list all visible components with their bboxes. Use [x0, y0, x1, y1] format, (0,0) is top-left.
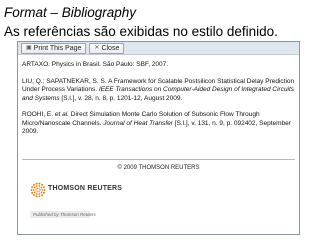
logo-dot	[36, 187, 38, 189]
close-label: Close	[101, 44, 120, 52]
logo-dot	[33, 191, 36, 194]
logo-dot	[35, 189, 37, 191]
logo-text: THOMSON REUTERS	[48, 185, 123, 192]
reference-text: ARTAXO. Physics in Brasil. São Paulo: SB…	[22, 61, 169, 68]
reference-journal: Journal of Heat Transfer	[103, 119, 173, 127]
logo-dot	[40, 191, 43, 194]
reference-entry: ROOHI, E. et al. Direct Simulation Monte…	[22, 111, 295, 137]
logo-dot	[32, 194, 35, 197]
thomson-reuters-logo: THOMSON REUTERS Published by Thomson Reu…	[26, 182, 122, 228]
logo-dot	[38, 185, 41, 187]
reference-author: ROOHI, E.	[22, 111, 55, 118]
logo-dot	[41, 183, 44, 186]
logo-dot	[39, 189, 41, 191]
logo-dot	[43, 189, 46, 191]
logo-dot	[32, 183, 35, 186]
close-icon: ✕	[94, 44, 100, 51]
slide-title: Format – Bibliography	[4, 5, 137, 20]
print-page-button[interactable]: ▣ Print This Page	[21, 42, 87, 54]
footer-divider	[22, 159, 295, 160]
logo-dot	[38, 195, 41, 198]
logo-dot	[41, 194, 44, 197]
copyright-notice: © 2009 THOMSON REUTERS	[117, 165, 200, 171]
logo-dot	[42, 191, 45, 194]
logo-dot	[38, 193, 41, 195]
reference-etal: et al.	[54, 111, 69, 118]
logo-dot	[41, 189, 44, 191]
logo-dot	[35, 185, 38, 187]
thomson-reuters-logo-icon	[30, 182, 46, 198]
logo-dot	[38, 187, 40, 189]
logo-dot	[38, 182, 41, 185]
logo-tagline: Published by Thomson Reuters	[30, 211, 96, 218]
logo-dot	[33, 186, 36, 189]
logo-dot	[30, 189, 33, 191]
logo-dot	[35, 182, 38, 185]
bibliography-content: ARTAXO. Physics in Brasil. São Paulo: SB…	[18, 55, 299, 137]
logo-dot	[38, 191, 40, 193]
print-page-label: Print This Page	[33, 44, 82, 52]
close-button[interactable]: ✕ Close	[89, 42, 125, 54]
reference-details: [S.l.], v. 28, n. 8, p. 1201-12, August …	[59, 94, 183, 102]
logo-dot	[42, 186, 45, 189]
logo-dot	[40, 186, 43, 189]
printer-icon: ▣	[26, 44, 32, 51]
logo-dot	[36, 191, 38, 193]
logo-dot	[35, 195, 38, 198]
bibliography-window: ▣ Print This Page ✕ Close ARTAXO. Physic…	[17, 41, 300, 235]
logo-dot	[31, 191, 34, 194]
slide-subtitle: As referências são exibidas no estilo de…	[4, 24, 278, 39]
window-toolbar: ▣ Print This Page ✕ Close	[18, 42, 299, 55]
reference-entry: LIU, Q.; SAPATNEKAR, S. S. A Framework f…	[22, 78, 295, 104]
logo-dot	[32, 189, 35, 191]
logo-dot	[35, 193, 38, 195]
reference-entry: ARTAXO. Physics in Brasil. São Paulo: SB…	[22, 61, 295, 70]
logo-dot	[31, 186, 34, 189]
